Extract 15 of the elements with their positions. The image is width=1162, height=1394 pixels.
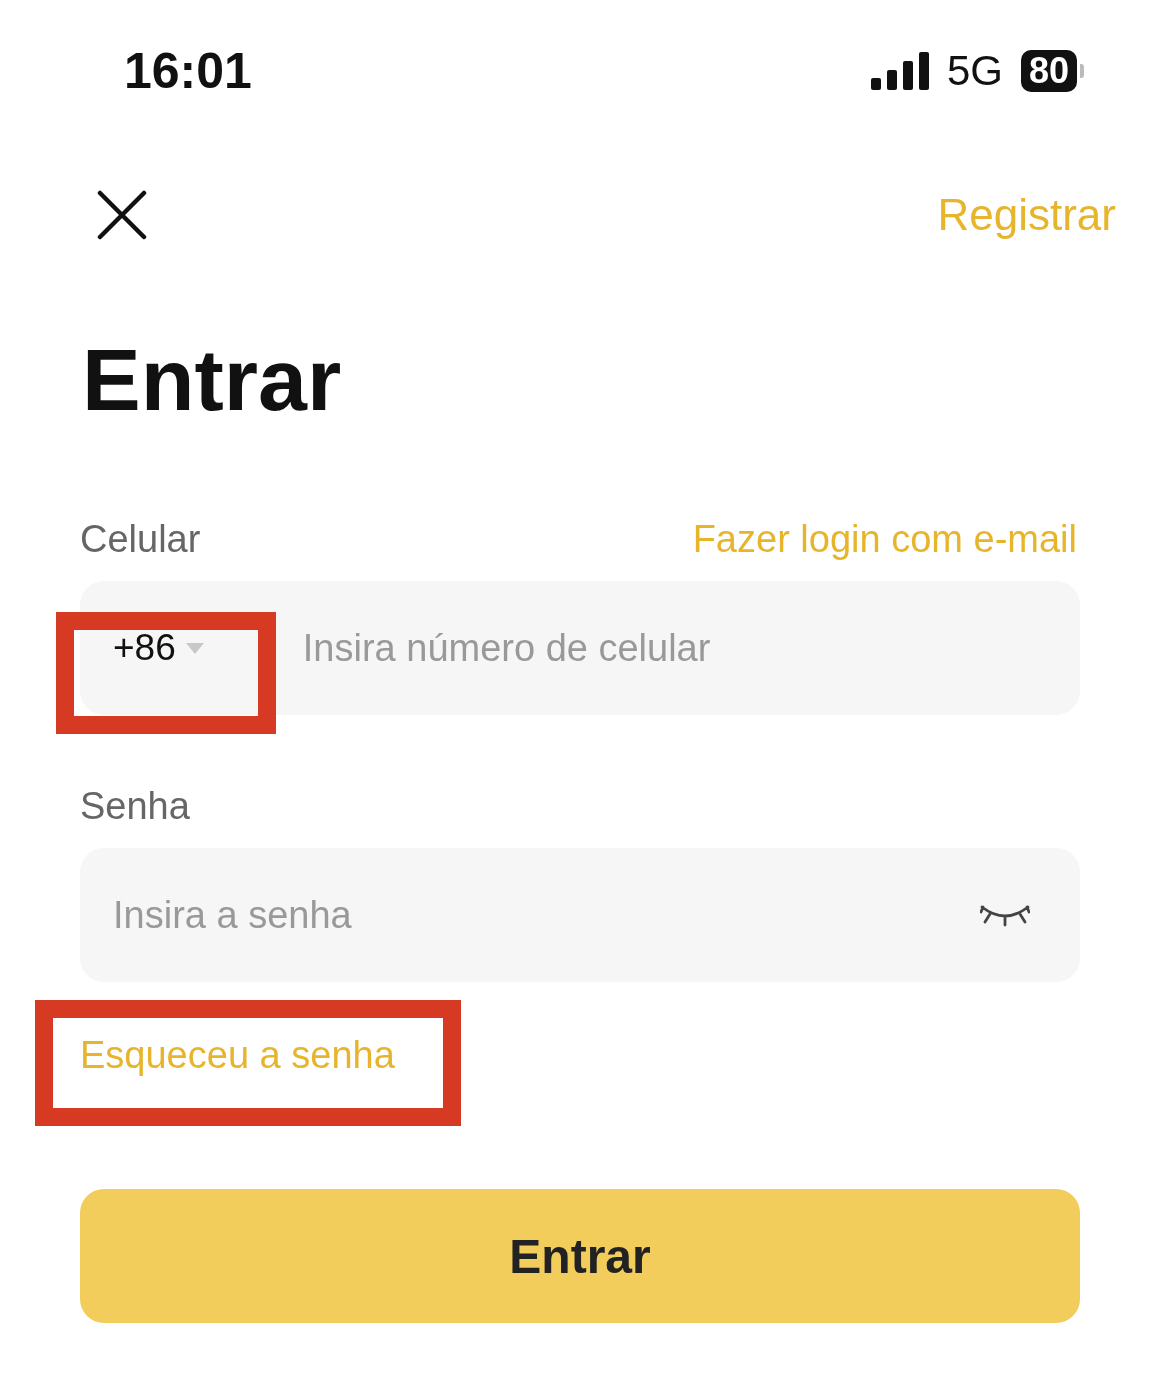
close-icon[interactable] [97, 190, 147, 240]
field-label: Celular [80, 518, 201, 561]
phone-number-input[interactable]: Insira número de celular [300, 625, 1080, 671]
network-label: 5G [946, 47, 1003, 95]
closed-eye-icon[interactable] [980, 903, 1030, 927]
signal-icon [870, 52, 929, 90]
login-button[interactable]: Entrar [80, 1189, 1080, 1323]
phone-field[interactable]: +86 Insira número de celular [80, 581, 1080, 715]
caret-icon [185, 642, 204, 654]
country-code: +86 [113, 627, 176, 669]
country-code-selector[interactable]: +86 [80, 581, 272, 715]
page-title: Entrar [82, 330, 343, 430]
password-field[interactable]: Insira a senha [80, 848, 1080, 982]
field-label: Senha [80, 785, 190, 828]
status-time: 16:01 [124, 42, 252, 100]
